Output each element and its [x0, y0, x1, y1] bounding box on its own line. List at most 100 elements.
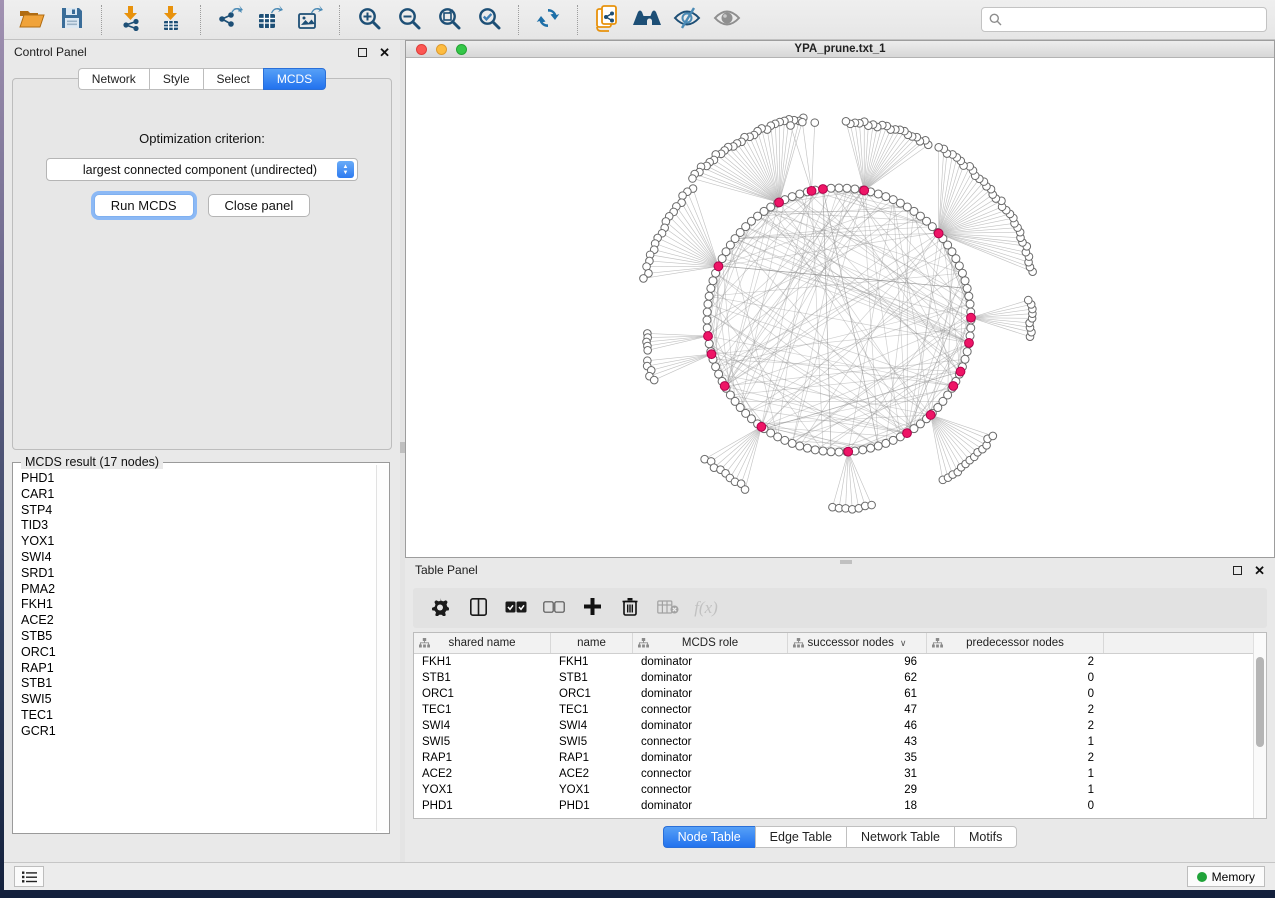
network-node[interactable] — [811, 446, 819, 454]
mcds-hub-node[interactable] — [819, 185, 828, 194]
zoom-in-button[interactable] — [349, 4, 389, 36]
network-leaf-node[interactable] — [868, 501, 876, 509]
network-node[interactable] — [966, 300, 974, 308]
mcds-hub-node[interactable] — [965, 339, 974, 348]
show-all-button[interactable] — [707, 4, 747, 36]
float-panel-icon[interactable] — [358, 48, 367, 57]
tab-network[interactable]: Network — [78, 68, 149, 90]
network-leaf-node[interactable] — [1024, 296, 1032, 304]
table-scrollbar[interactable] — [1253, 633, 1266, 818]
table-scrollbar-thumb[interactable] — [1256, 657, 1264, 747]
memory-button[interactable]: Memory — [1187, 866, 1265, 887]
mcds-hub-node[interactable] — [704, 332, 713, 341]
tab-select[interactable]: Select — [203, 68, 263, 90]
table-row[interactable]: ACE2ACE2connector311 — [414, 766, 1253, 782]
mcds-node-item[interactable]: FKH1 — [21, 597, 372, 613]
hide-selected-button[interactable] — [667, 4, 707, 36]
mcds-result-scrollbar[interactable] — [376, 465, 389, 831]
network-node[interactable] — [889, 196, 897, 204]
network-node[interactable] — [704, 300, 712, 308]
mcds-hub-node[interactable] — [956, 367, 965, 376]
column-header-name[interactable]: name — [551, 633, 633, 653]
network-node[interactable] — [963, 348, 971, 356]
mcds-hub-node[interactable] — [714, 262, 723, 271]
network-node[interactable] — [882, 193, 890, 201]
network-canvas[interactable] — [406, 58, 1274, 557]
mcds-hub-node[interactable] — [844, 447, 853, 456]
network-leaf-node[interactable] — [741, 486, 749, 494]
task-history-button[interactable] — [14, 866, 44, 887]
network-node[interactable] — [788, 193, 796, 201]
zoom-fit-button[interactable] — [429, 4, 469, 36]
zoom-out-button[interactable] — [389, 4, 429, 36]
network-node[interactable] — [796, 190, 804, 198]
table-row[interactable]: SWI5SWI5connector431 — [414, 734, 1253, 750]
window-close-icon[interactable] — [416, 44, 427, 55]
table-row[interactable]: ORC1ORC1dominator610 — [414, 686, 1253, 702]
network-node[interactable] — [882, 439, 890, 447]
table-row[interactable]: SWI4SWI4dominator462 — [414, 718, 1253, 734]
window-minimize-icon[interactable] — [436, 44, 447, 55]
network-node[interactable] — [965, 292, 973, 300]
network-leaf-node[interactable] — [689, 175, 697, 183]
network-node[interactable] — [803, 444, 811, 452]
mcds-node-item[interactable]: TEC1 — [21, 708, 372, 724]
network-node[interactable] — [874, 190, 882, 198]
network-leaf-node[interactable] — [935, 144, 943, 152]
mcds-node-item[interactable]: SWI4 — [21, 550, 372, 566]
network-node[interactable] — [827, 448, 835, 456]
import-network-button[interactable] — [111, 4, 151, 36]
network-node[interactable] — [961, 277, 969, 285]
mcds-node-item[interactable]: STB1 — [21, 676, 372, 692]
close-panel-icon[interactable]: ✕ — [379, 46, 390, 59]
search-input[interactable] — [1007, 13, 1259, 27]
open-file-button[interactable] — [12, 4, 52, 36]
mcds-node-item[interactable]: YOX1 — [21, 534, 372, 550]
add-row-button[interactable] — [575, 592, 609, 624]
network-node[interactable] — [703, 316, 711, 324]
network-leaf-node[interactable] — [787, 122, 795, 130]
tab-motifs[interactable]: Motifs — [954, 826, 1017, 848]
table-row[interactable]: RAP1RAP1dominator352 — [414, 750, 1253, 766]
tab-edge-table[interactable]: Edge Table — [755, 826, 846, 848]
table-row[interactable]: STB1STB1dominator620 — [414, 670, 1253, 686]
network-leaf-node[interactable] — [650, 376, 658, 384]
mcds-hub-node[interactable] — [757, 422, 766, 431]
network-node[interactable] — [819, 447, 827, 455]
table-close-panel-icon[interactable]: ✕ — [1254, 564, 1265, 577]
network-node[interactable] — [705, 340, 713, 348]
mcds-node-item[interactable]: STP4 — [21, 503, 372, 519]
mcds-hub-node[interactable] — [926, 411, 935, 420]
first-neighbors-button[interactable] — [627, 4, 667, 36]
network-leaf-node[interactable] — [644, 347, 652, 355]
run-mcds-button[interactable]: Run MCDS — [94, 194, 194, 217]
export-image-button[interactable] — [290, 4, 330, 36]
mcds-node-item[interactable]: TID3 — [21, 518, 372, 534]
network-node[interactable] — [859, 446, 867, 454]
window-maximize-icon[interactable] — [456, 44, 467, 55]
tab-network-table[interactable]: Network Table — [846, 826, 954, 848]
network-node[interactable] — [867, 444, 875, 452]
refresh-button[interactable] — [528, 4, 568, 36]
mcds-node-item[interactable]: SRD1 — [21, 566, 372, 582]
export-network-button[interactable] — [210, 4, 250, 36]
network-leaf-node[interactable] — [679, 192, 687, 200]
network-node[interactable] — [712, 363, 720, 371]
mcds-node-item[interactable]: STB5 — [21, 629, 372, 645]
mcds-node-item[interactable]: GCR1 — [21, 724, 372, 740]
network-node[interactable] — [703, 324, 711, 332]
network-leaf-node[interactable] — [842, 118, 850, 126]
network-node[interactable] — [709, 277, 717, 285]
mcds-hub-node[interactable] — [860, 186, 869, 195]
mcds-node-item[interactable]: PMA2 — [21, 582, 372, 598]
mcds-node-item[interactable]: CAR1 — [21, 487, 372, 503]
mcds-hub-node[interactable] — [807, 186, 816, 195]
network-node[interactable] — [827, 184, 835, 192]
mcds-node-item[interactable]: ACE2 — [21, 613, 372, 629]
network-node[interactable] — [843, 184, 851, 192]
mcds-hub-node[interactable] — [707, 350, 716, 359]
network-window-titlebar[interactable]: YPA_prune.txt_1 — [406, 41, 1274, 58]
network-graph[interactable] — [406, 58, 1272, 557]
mcds-hub-node[interactable] — [967, 313, 976, 322]
network-leaf-node[interactable] — [811, 119, 819, 127]
